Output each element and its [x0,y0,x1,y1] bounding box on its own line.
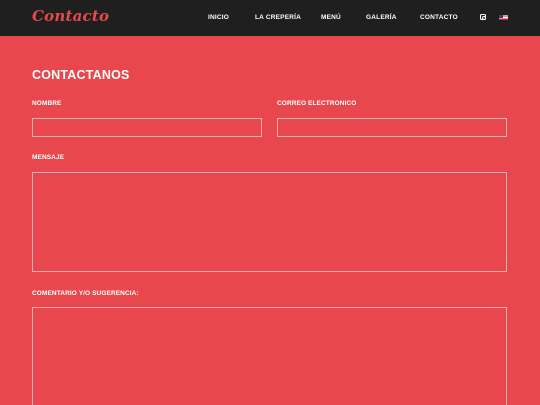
nav-item-menu[interactable]: MENÚ [321,14,341,21]
nav-item-inicio[interactable]: INICIO [208,14,229,21]
nombre-label: NOMBRE [32,100,62,107]
nombre-input[interactable] [32,118,262,137]
main-nav: INICIO LA CREPERÍA MENÚ GALERÍA CONTACTO [0,0,540,36]
top-navbar: Contacto INICIO LA CREPERÍA MENÚ GALERÍA… [0,0,540,36]
mensaje-label: MENSAJE [32,154,65,161]
us-flag-icon[interactable] [499,15,508,20]
instagram-icon[interactable] [480,14,486,20]
nav-item-la-creperia[interactable]: LA CREPERÍA [255,14,301,21]
comentario-textarea[interactable] [32,307,507,405]
mensaje-textarea[interactable] [32,172,507,272]
correo-label: CORREO ELECTRONICO [277,100,357,107]
page-title: CONTACTANOS [32,68,130,82]
nav-item-contacto[interactable]: CONTACTO [420,14,458,21]
comentario-label: COMENTARIO Y/O SUGERENCIA: [32,290,139,297]
nav-item-galeria[interactable]: GALERÍA [366,14,397,21]
email-input[interactable] [277,118,507,137]
